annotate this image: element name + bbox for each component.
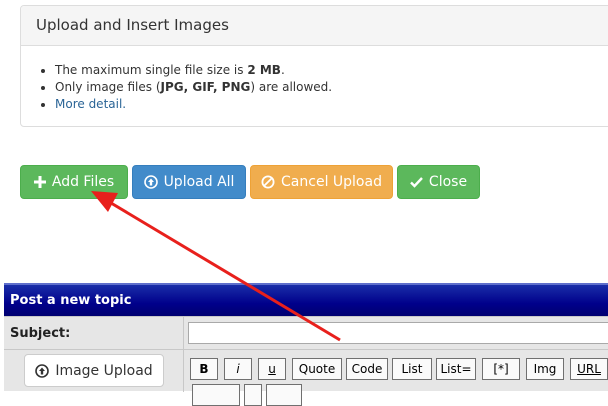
italic-button[interactable]: i <box>224 358 252 380</box>
size-rule: The maximum single file size is 2 MB. <box>55 62 608 79</box>
underline-button[interactable]: u <box>258 358 286 380</box>
subject-label: Subject: <box>4 317 184 349</box>
type-rule-text: Only image files ( <box>55 80 161 94</box>
upload-circle-icon <box>35 363 50 378</box>
list-item-button[interactable]: [*] <box>482 358 520 380</box>
add-files-label: Add Files <box>51 174 115 190</box>
bbcode-button-row2[interactable] <box>266 384 302 406</box>
toolbar-row: Image Upload B i u Quote Code List List=… <box>4 349 608 406</box>
url-button[interactable]: URL <box>570 358 608 380</box>
subject-row: Subject: <box>4 316 608 349</box>
upload-panel: Upload and Insert Images The maximum sin… <box>20 5 608 127</box>
upload-all-label: Upload All <box>163 174 235 190</box>
more-detail-item: More detail. <box>55 96 608 113</box>
image-upload-cell: Image Upload <box>4 350 184 392</box>
bold-button[interactable]: B <box>190 358 218 380</box>
size-rule-text: The maximum single file size is <box>55 63 248 77</box>
add-files-button[interactable]: Add Files <box>20 165 128 199</box>
bbcode-button-row2[interactable] <box>192 384 240 406</box>
subject-input[interactable] <box>188 322 608 344</box>
plus-icon <box>33 176 46 188</box>
cancel-upload-button[interactable]: Cancel Upload <box>250 165 393 199</box>
img-button[interactable]: Img <box>526 358 564 380</box>
close-button[interactable]: Close <box>397 165 480 199</box>
type-rule-value: JPG, GIF, PNG <box>160 80 251 94</box>
size-rule-value: 2 MB <box>247 63 281 77</box>
list-button[interactable]: List <box>392 358 432 380</box>
image-upload-label: Image Upload <box>55 362 153 379</box>
type-rule: Only image files (JPG, GIF, PNG) are all… <box>55 79 608 96</box>
post-topic-header: Post a new topic <box>4 283 608 316</box>
upload-all-button[interactable]: Upload All <box>132 165 246 199</box>
bbcode-button-row2[interactable] <box>244 384 262 406</box>
close-label: Close <box>428 174 468 190</box>
panel-title: Upload and Insert Images <box>21 6 608 46</box>
type-rule-suffix: ) are allowed. <box>250 80 333 94</box>
check-icon <box>410 177 423 188</box>
cancel-upload-label: Cancel Upload <box>281 174 382 190</box>
upload-rules: The maximum single file size is 2 MB. On… <box>21 46 608 113</box>
ban-icon <box>261 175 275 189</box>
image-upload-button[interactable]: Image Upload <box>24 354 164 387</box>
upload-circle-icon <box>143 175 158 189</box>
code-button[interactable]: Code <box>346 358 388 380</box>
list-ordered-button[interactable]: List= <box>436 358 476 380</box>
size-rule-suffix: . <box>280 63 285 77</box>
more-detail-link[interactable]: More detail. <box>55 97 126 111</box>
quote-button[interactable]: Quote <box>292 358 342 380</box>
